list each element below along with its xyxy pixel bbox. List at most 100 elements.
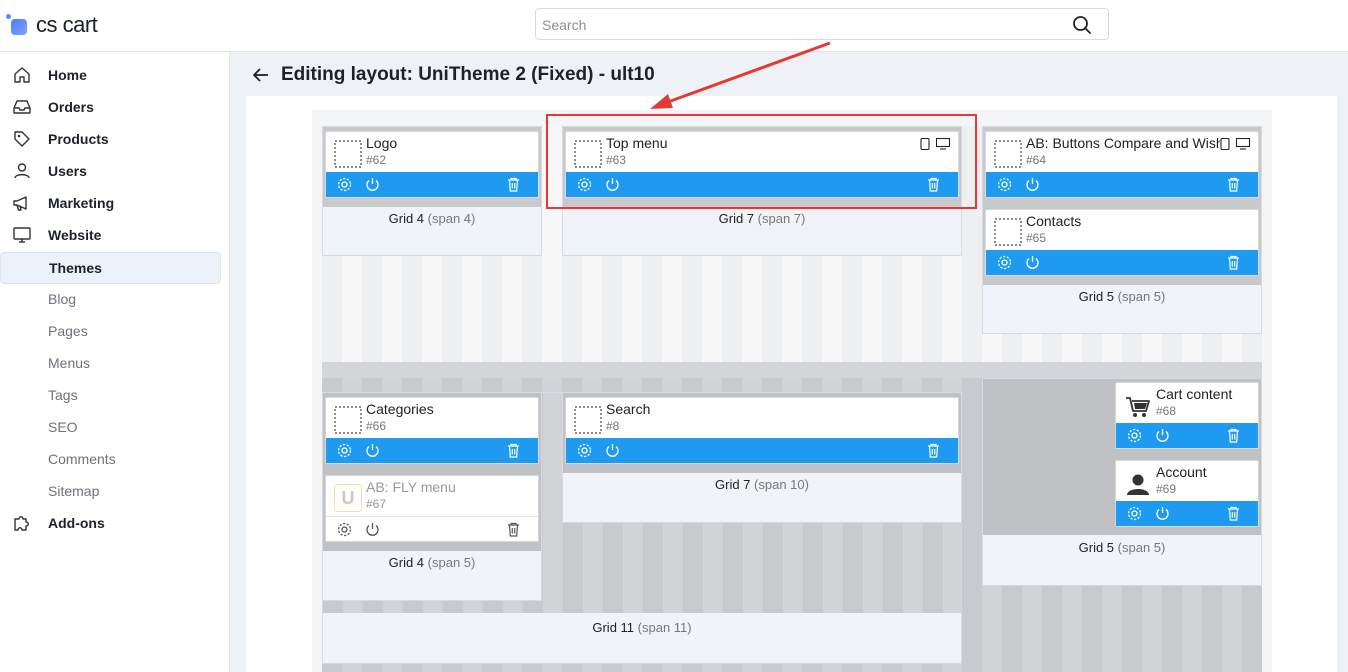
tablet-icon[interactable] — [1220, 138, 1230, 150]
power-icon[interactable] — [364, 442, 381, 459]
block-title: Search — [606, 401, 651, 417]
power-icon[interactable] — [364, 176, 381, 193]
grid-name: Grid 4 — [388, 555, 425, 570]
block-cart-content[interactable]: Cart content #68 — [1115, 382, 1259, 449]
block-categories[interactable]: Categories #66 — [325, 397, 539, 464]
block-title: Contacts — [1026, 213, 1082, 229]
sidebar-item-label: Tags — [48, 387, 78, 403]
power-icon[interactable] — [604, 442, 621, 459]
sidebar-item-blog[interactable]: Blog — [0, 283, 230, 315]
gear-icon[interactable] — [1126, 505, 1143, 522]
block-toolbar — [1116, 501, 1258, 526]
sidebar-item-menus[interactable]: Menus — [0, 347, 230, 379]
sidebar-item-tags[interactable]: Tags — [0, 379, 230, 411]
sidebar-item-addons[interactable]: Add-ons — [0, 507, 230, 539]
block-ab-fly-menu[interactable]: U AB: FLY menu #67 — [325, 475, 539, 542]
grid-label: Grid 7 (span 10) — [563, 477, 961, 492]
trash-icon[interactable] — [505, 442, 522, 459]
block-toolbar — [566, 438, 958, 463]
sidebar-item-comments[interactable]: Comments — [0, 443, 230, 475]
block-ab-buttons-compare-wishlist[interactable]: AB: Buttons Compare and Wishlist #64 — [985, 131, 1259, 198]
trash-icon[interactable] — [925, 442, 942, 459]
user-icon — [14, 163, 30, 179]
grid-span: (span 11) — [637, 620, 692, 635]
grid-label: Grid 5 (span 5) — [983, 540, 1261, 555]
block-placeholder-icon — [994, 218, 1022, 246]
block-id: #65 — [1026, 231, 1047, 245]
block-toolbar — [986, 250, 1258, 275]
search-icon[interactable] — [1072, 15, 1092, 35]
puzzle-icon — [14, 516, 29, 531]
icon-letter: U — [341, 488, 355, 508]
highlight-rectangle — [546, 114, 977, 209]
back-arrow-icon[interactable] — [250, 64, 272, 86]
gear-icon[interactable] — [336, 442, 353, 459]
gear-icon[interactable] — [1126, 427, 1143, 444]
trash-icon[interactable] — [1225, 427, 1242, 444]
sidebar-item-products[interactable]: Products — [0, 123, 230, 155]
block-placeholder-icon — [334, 406, 362, 434]
sidebar-item-marketing[interactable]: Marketing — [0, 187, 230, 219]
inbox-icon — [13, 100, 31, 114]
block-id: #64 — [1026, 153, 1047, 167]
gear-icon[interactable] — [336, 176, 353, 193]
sidebar-item-label: Blog — [48, 291, 77, 307]
unitheme-logo-icon: U — [334, 484, 362, 512]
trash-icon[interactable] — [1225, 176, 1242, 193]
sidebar-item-themes[interactable]: Themes — [0, 252, 221, 284]
block-placeholder-icon — [334, 140, 362, 168]
grid-label: Grid 4 (span 5) — [323, 555, 541, 570]
gear-icon[interactable] — [576, 442, 593, 459]
block-contacts[interactable]: Contacts #65 — [985, 209, 1259, 276]
block-id: #62 — [366, 153, 387, 167]
trash-icon[interactable] — [1225, 505, 1242, 522]
block-account[interactable]: Account #69 — [1115, 460, 1259, 527]
cs-cart-logo[interactable]: cs cart — [6, 10, 98, 40]
search-input[interactable] — [542, 15, 1062, 35]
block-search[interactable]: Search #8 — [565, 397, 959, 464]
desktop-icon[interactable] — [1236, 138, 1250, 150]
grid-span: (span 10) — [754, 477, 809, 492]
home-icon — [14, 67, 30, 83]
gear-icon[interactable] — [336, 521, 353, 538]
sidebar-item-label: Add-ons — [48, 515, 105, 531]
gear-icon[interactable] — [996, 176, 1013, 193]
sidebar-item-seo[interactable]: SEO — [0, 411, 230, 443]
sidebar-item-label: Website — [48, 227, 102, 243]
block-id: #66 — [366, 419, 387, 433]
block-title: Categories — [366, 401, 434, 417]
grid-span: (span 7) — [757, 211, 806, 226]
block-toolbar — [326, 516, 538, 541]
grid-span: (span 5) — [427, 555, 476, 570]
block-title: Logo — [366, 135, 398, 151]
block-id: #68 — [1156, 404, 1177, 418]
sidebar-item-pages[interactable]: Pages — [0, 315, 230, 347]
gear-icon[interactable] — [996, 254, 1013, 271]
grid-span: (span 5) — [1117, 289, 1166, 304]
sidebar-item-label: Themes — [49, 260, 102, 276]
power-icon[interactable] — [1154, 427, 1171, 444]
sidebar: Home Orders Products Users Marketing Web… — [0, 52, 230, 672]
grid-name: Grid 7 — [718, 211, 755, 226]
power-icon[interactable] — [364, 521, 381, 538]
grid-label: Grid 4 (span 4) — [323, 211, 541, 226]
sidebar-item-sitemap[interactable]: Sitemap — [0, 475, 230, 507]
trash-icon[interactable] — [505, 521, 522, 538]
sidebar-item-orders[interactable]: Orders — [0, 91, 230, 123]
sidebar-item-label: SEO — [48, 419, 78, 435]
block-logo[interactable]: Logo #62 — [325, 131, 539, 198]
grid-name: Grid 4 — [388, 211, 425, 226]
sidebar-item-home[interactable]: Home — [0, 59, 230, 91]
block-placeholder-icon — [994, 140, 1022, 168]
sidebar-item-website[interactable]: Website — [0, 219, 230, 251]
trash-icon[interactable] — [1225, 254, 1242, 271]
power-icon[interactable] — [1154, 505, 1171, 522]
sidebar-item-label: Comments — [48, 451, 116, 467]
sidebar-item-users[interactable]: Users — [0, 155, 230, 187]
power-icon[interactable] — [1024, 176, 1041, 193]
power-icon[interactable] — [1024, 254, 1041, 271]
sidebar-item-label: Orders — [48, 99, 94, 115]
trash-icon[interactable] — [505, 176, 522, 193]
grid-label: Grid 5 (span 5) — [983, 289, 1261, 304]
sidebar-item-label: Sitemap — [48, 483, 100, 499]
